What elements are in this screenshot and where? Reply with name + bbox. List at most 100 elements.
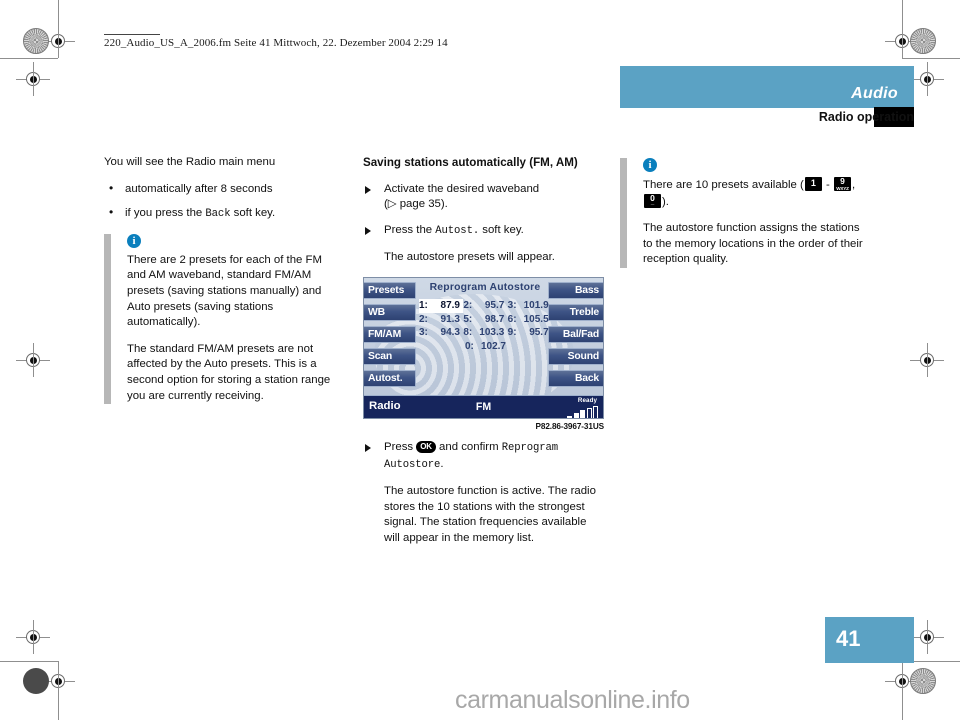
status-ready-label: Ready [577, 397, 597, 404]
color-patch-bottom-right [910, 668, 936, 694]
preset-row: 2: 91.3 5: 98.7 6: 105.5 [419, 313, 552, 327]
display-status-bar: Radio FM Ready [364, 395, 603, 418]
step-arrow-icon [365, 444, 371, 452]
preset-number: 8: [463, 327, 473, 338]
preset-frequency: 103.3 [479, 327, 505, 338]
softkey-wb[interactable]: WB [364, 304, 416, 321]
radio-display-screenshot: Presets WB FM/AM Scan Autost. Bass Trebl… [363, 277, 604, 419]
registration-mark-right-middle [910, 343, 944, 377]
preset-frequency: 98.7 [484, 313, 505, 325]
registration-mark-left-middle [16, 343, 50, 377]
preset-number: 9: [507, 327, 517, 338]
middle-column-continued: Press OK and confirm Reprogram Autostore… [363, 440, 605, 558]
softkey-bass[interactable]: Bass [548, 282, 603, 299]
step-text-before: Press the [384, 223, 436, 236]
softkey-treble[interactable]: Treble [548, 304, 603, 321]
step-text: Activate the desired waveband [384, 182, 540, 195]
bullet-glyph: • [109, 180, 114, 195]
info-icon: i [643, 158, 657, 172]
preset-frequency: 102.7 [480, 340, 506, 352]
color-patch-top-right [910, 28, 936, 54]
crop-line-left-horizontal [0, 58, 58, 59]
registration-mark-right-bottom [910, 620, 944, 654]
preset-item[interactable]: 2: 91.3 [419, 313, 463, 327]
softkey-sound[interactable]: Sound [548, 348, 603, 365]
list-item: Activate the desired waveband (▷ page 35… [363, 182, 605, 213]
bullet-text-before: if you press the [125, 207, 206, 220]
registration-mark-right-top [910, 62, 944, 96]
filename-rule [104, 34, 160, 35]
preset-item[interactable]: 5: 98.7 [463, 313, 507, 327]
section-title: Audio [851, 85, 898, 102]
preset-frequency: 94.3 [440, 327, 460, 338]
preset-frequency: 95.7 [484, 300, 505, 311]
preset-item[interactable]: 9: 95.7 [508, 326, 552, 340]
keypad-key-0-icon: 0 _ [644, 193, 661, 208]
display-title: Reprogram Autostore [429, 282, 541, 293]
step-arrow-icon [365, 185, 371, 194]
preset-frequency: 95.7 [529, 327, 549, 338]
softkey-back[interactable]: Back [548, 370, 603, 387]
section-heading: Saving stations automatically (FM, AM) [363, 156, 578, 169]
preset-number: 6: [507, 313, 517, 325]
middle-column: Saving stations automatically (FM, AM) A… [363, 155, 605, 277]
note-paragraph-2: The standard FM/AM presets are not affec… [127, 342, 331, 402]
right-column: i There are 10 presets available (1 - 9W… [620, 155, 863, 279]
intro-paragraph: You will see the Radio main menu [104, 156, 276, 168]
bullet-text: automatically after 8 seconds [125, 182, 273, 195]
bullet-glyph: • [109, 205, 114, 220]
preset-frequency: 87.9 [440, 300, 460, 311]
preset-frequency: 105.5 [523, 313, 549, 325]
softkey-name-back: Back [205, 208, 231, 221]
softkey-presets[interactable]: Presets [364, 282, 416, 299]
step-3-result: The autostore function is active. The ra… [384, 485, 596, 544]
note-comma: , [851, 179, 856, 191]
preset-row: 1: 87.9 2: 95.7 3: 101.9 [419, 299, 552, 313]
list-item: • automatically after 8 seconds [104, 180, 344, 198]
keypad-key-1-icon: 1 [804, 177, 822, 191]
print-file-header: 220_Audio_US_A_2006.fm Seite 41 Mittwoch… [104, 37, 448, 49]
preset-item[interactable]: 3: 101.9 [508, 299, 552, 313]
preset-frequency: 101.9 [523, 300, 549, 311]
crop-line-bottom-left-horizontal [0, 661, 58, 662]
softkey-fm-am[interactable]: FM/AM [364, 326, 416, 343]
step-text-after: . [440, 457, 444, 470]
softkey-scan[interactable]: Scan [364, 348, 416, 365]
color-patch-top-left [23, 28, 49, 54]
procedure-step-list-continued: Press OK and confirm Reprogram Autostore… [363, 440, 605, 473]
note-dash: - [822, 179, 833, 191]
preset-item[interactable]: 0: 102.7 [465, 340, 506, 354]
note-side-bar [620, 158, 627, 268]
info-note-left: i There are 2 presets for each of the FM… [104, 233, 344, 405]
preset-item[interactable]: 6: 105.5 [508, 313, 552, 327]
preset-number: 2: [419, 313, 428, 325]
page-number: 41 [836, 626, 861, 651]
signal-strength-icon [567, 406, 598, 418]
section-header-band: Audio [620, 66, 914, 108]
site-watermark: carmanualsonline.info [455, 686, 690, 714]
preset-item[interactable]: 3: 94.3 [419, 326, 463, 340]
preset-item[interactable]: 1: 87.9 [419, 299, 464, 313]
preset-row: 0: 102.7 [419, 340, 552, 354]
main-menu-bullet-list: • automatically after 8 seconds • if you… [104, 180, 344, 223]
ok-button-icon: OK [416, 441, 436, 453]
softkey-autost[interactable]: Autost. [364, 370, 416, 387]
list-item: Press OK and confirm Reprogram Autostore… [363, 440, 605, 473]
preset-frequency: 91.3 [440, 313, 460, 325]
preset-item[interactable]: 2: 95.7 [463, 299, 507, 313]
figure-caption: P82.86-3967-31US [535, 422, 605, 431]
list-item: • if you press the Back soft key. [104, 205, 344, 223]
preset-item[interactable]: 8: 103.3 [463, 326, 507, 340]
step-arrow-icon [365, 226, 371, 235]
preset-number: 5: [463, 313, 473, 325]
keypad-key-9-icon: 9 WXYZ [833, 177, 851, 191]
procedure-step-list: Activate the desired waveband (▷ page 35… [363, 182, 605, 240]
softkey-bal-fad[interactable]: Bal/Fad [548, 326, 603, 343]
crop-line-right-horizontal-top [902, 58, 960, 59]
preset-number: 3: [419, 327, 428, 338]
page-number-band: 41 [825, 617, 914, 663]
left-column: You will see the Radio main menu • autom… [104, 155, 344, 415]
preset-number: 3: [507, 300, 517, 311]
note-paragraph-2: The autostore function assigns the stati… [643, 222, 863, 266]
registration-mark-left-top [16, 62, 50, 96]
